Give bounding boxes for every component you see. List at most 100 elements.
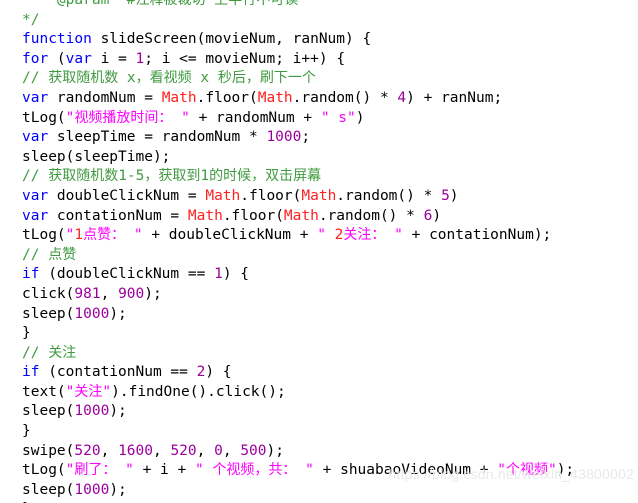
code-token-pl: doubleClickNum = bbox=[48, 187, 206, 204]
code-token-str: " bbox=[497, 462, 506, 479]
code-token-pl: ) { bbox=[205, 364, 232, 381]
code-token-kw: for bbox=[22, 50, 49, 67]
code-token-pl: + i + bbox=[133, 462, 195, 479]
code-line: sleep(sleepTime); bbox=[0, 148, 638, 168]
code-line: } bbox=[0, 422, 638, 442]
code-token-cls: 1 bbox=[74, 227, 84, 244]
code-line: click(981, 900); bbox=[0, 285, 638, 305]
code-line-list: * @param #注释被裁切 上半行不可读 */function slideSc… bbox=[0, 0, 638, 503]
code-token-str: " bbox=[116, 462, 134, 479]
code-token-pl: ); bbox=[556, 462, 575, 479]
code-token-pl: + contationNum); bbox=[402, 227, 552, 244]
code-token-pl: (doubleClickNum == bbox=[39, 266, 215, 283]
code-token-pl: contationNum = bbox=[48, 207, 188, 224]
code-line: * @param #注释被裁切 上半行不可读 bbox=[0, 0, 638, 11]
code-token-kw: var bbox=[22, 207, 49, 224]
code-token-pl: ) bbox=[449, 187, 459, 204]
code-token-num: 500 bbox=[240, 442, 267, 459]
code-token-kw: if bbox=[22, 364, 40, 381]
code-line: tLog("视频播放时间： " + randomNum + " s") bbox=[0, 109, 638, 129]
code-token-cls: Math bbox=[205, 187, 241, 204]
code-token-str: 刷了： bbox=[74, 462, 117, 479]
code-token-cls: Math bbox=[187, 207, 223, 224]
code-line: var doubleClickNum = Math.floor(Math.ran… bbox=[0, 187, 638, 207]
code-line: var sleepTime = randomNum * 1000; bbox=[0, 128, 638, 148]
code-token-cm: */ bbox=[22, 11, 40, 28]
code-token-kw: var bbox=[65, 50, 92, 67]
code-token-num: 1000 bbox=[74, 403, 110, 420]
code-line: tLog("1点赞： " + doubleClickNum + " 2关注： "… bbox=[0, 226, 638, 246]
code-token-pl: ) { bbox=[222, 266, 250, 283]
code-token-pl: , bbox=[100, 442, 119, 459]
code-token-pl: ).findOne().click(); bbox=[111, 383, 286, 400]
code-token-pl: , bbox=[152, 442, 171, 459]
code-line: text("关注").findOne().click(); bbox=[0, 383, 638, 403]
code-token-kw: var bbox=[22, 89, 49, 106]
code-line: if (doubleClickNum == 1) { bbox=[0, 265, 638, 285]
code-token-pl: } bbox=[22, 325, 31, 342]
code-token-cm bbox=[206, 0, 215, 8]
code-token-str: 点赞： bbox=[83, 227, 126, 244]
code-token-pl: ); bbox=[109, 403, 127, 420]
code-line: // 获取随机数 x，看视频 x 秒后，刷下一个 bbox=[0, 69, 638, 89]
code-token-cm: 关注 bbox=[48, 344, 77, 361]
code-token-pl: , bbox=[100, 285, 119, 302]
code-token-num: 520 bbox=[74, 442, 101, 459]
code-token-str: " bbox=[194, 462, 213, 479]
code-token-cm: 1 bbox=[200, 168, 210, 185]
code-token-cm: // bbox=[22, 246, 49, 263]
code-token-pl: sleep( bbox=[22, 305, 75, 322]
code-token-pl: + randomNum + bbox=[189, 109, 321, 126]
code-token-pl: tLog( bbox=[22, 462, 66, 479]
code-token-cls: Math bbox=[161, 89, 197, 106]
code-token-pl: } bbox=[22, 423, 31, 440]
code-token-cm: 秒后，刷下一个 bbox=[217, 70, 316, 87]
code-token-str: 个视频 bbox=[505, 462, 548, 479]
code-line: var contationNum = Math.floor(Math.rando… bbox=[0, 207, 638, 227]
code-token-pl: ) + ranNum; bbox=[406, 89, 503, 106]
code-token-cm: x bbox=[191, 70, 218, 87]
code-token-pl: ) bbox=[355, 109, 365, 126]
code-line: tLog("刷了： " + i + " 个视频，共： " + shuabaoVi… bbox=[0, 461, 638, 481]
code-line: */ bbox=[0, 11, 638, 31]
code-token-pl: , bbox=[222, 442, 241, 459]
code-token-pl: slideScreen(movieNum, ranNum) { bbox=[91, 31, 372, 48]
code-token-cm: // bbox=[22, 70, 49, 87]
code-token-cls: Math bbox=[301, 187, 337, 204]
code-token-num: 1600 bbox=[118, 442, 153, 459]
code-token-pl: sleep( bbox=[22, 481, 75, 498]
code-token-pl: text( bbox=[22, 383, 66, 400]
code-line: } bbox=[0, 324, 638, 344]
code-token-pl: (contationNum == bbox=[39, 364, 197, 381]
code-token-kw: var bbox=[22, 187, 49, 204]
code-token-num: 5 bbox=[441, 187, 450, 204]
code-token-kw: if bbox=[22, 266, 40, 283]
code-token-pl: tLog( bbox=[22, 227, 66, 244]
code-token-pl: .random() * bbox=[336, 187, 442, 204]
code-token-pl: ); bbox=[109, 481, 127, 498]
code-token-cm: * @param # bbox=[22, 0, 136, 8]
code-line: swipe(520, 1600, 520, 0, 500); bbox=[0, 442, 638, 462]
code-token-cm: // bbox=[22, 168, 49, 185]
code-token-num: 520 bbox=[170, 442, 197, 459]
code-line: // 关注 bbox=[0, 344, 638, 364]
code-token-cm: 点赞 bbox=[48, 246, 77, 263]
code-token-pl: .random() * bbox=[292, 89, 398, 106]
code-token-str: " s" bbox=[320, 109, 356, 126]
code-token-str: 视频播放时间： bbox=[74, 109, 173, 126]
code-token-pl: ); bbox=[144, 285, 162, 302]
code-viewer[interactable]: * @param #注释被裁切 上半行不可读 */function slideSc… bbox=[0, 0, 638, 503]
code-token-num: 4 bbox=[397, 89, 407, 106]
code-token-str: " bbox=[385, 227, 403, 244]
code-token-str: 关注： bbox=[343, 227, 386, 244]
code-token-pl: randomNum = bbox=[48, 89, 162, 106]
code-token-num: 0 bbox=[214, 442, 223, 459]
code-line: sleep(1000); bbox=[0, 305, 638, 325]
code-token-pl: + shuabaoVideoNum + bbox=[313, 462, 498, 479]
code-token-num: 900 bbox=[118, 285, 145, 302]
code-token-pl: ; bbox=[301, 129, 311, 146]
code-token-kw: var bbox=[22, 129, 49, 146]
code-token-str: " bbox=[172, 109, 190, 126]
code-token-pl: click( bbox=[22, 285, 75, 302]
code-line: if (contationNum == 2) { bbox=[0, 363, 638, 383]
